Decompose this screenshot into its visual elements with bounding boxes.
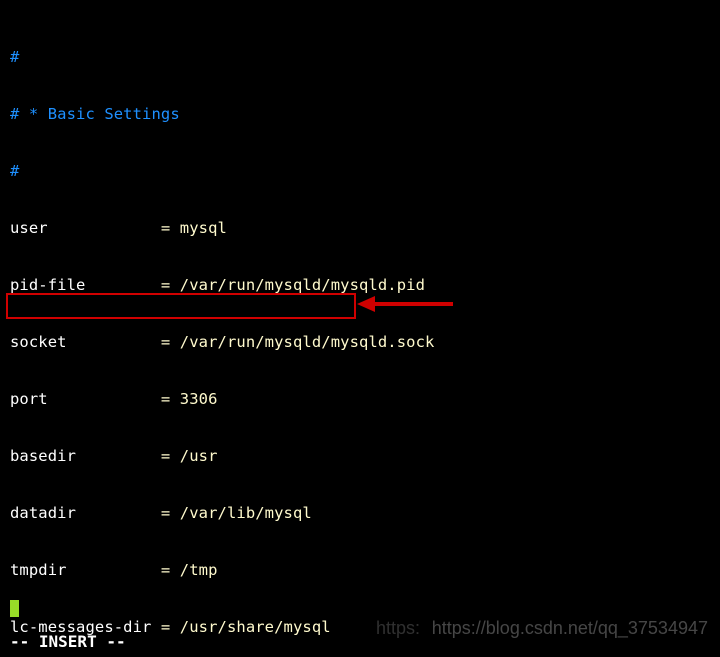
cfg-key-basedir: basedir [10, 447, 161, 465]
watermark-text: https://blog.csdn.net/qq_37534947 [432, 618, 708, 639]
cursor [10, 600, 19, 617]
equals: = [161, 504, 170, 522]
cfg-val-basedir: /usr [170, 447, 217, 465]
section-basic-settings: # * Basic Settings [10, 105, 180, 123]
cfg-key-tmpdir: tmpdir [10, 561, 161, 579]
equals: = [161, 390, 170, 408]
cfg-val-lcmessages: /usr/share/mysql [170, 618, 330, 636]
cfg-val-user: mysql [170, 219, 227, 237]
equals: = [161, 333, 170, 351]
cfg-val-port: 3306 [170, 390, 217, 408]
equals: = [161, 219, 170, 237]
cfg-key-user: user [10, 219, 161, 237]
comment-line: # [10, 48, 19, 66]
cfg-val-tmpdir: /tmp [170, 561, 217, 579]
cfg-val-socket: /var/run/mysqld/mysqld.sock [170, 333, 434, 351]
cfg-key-datadir: datadir [10, 504, 161, 522]
equals: = [161, 276, 170, 294]
cfg-val-pidfile: /var/run/mysqld/mysqld.pid [170, 276, 425, 294]
equals: = [161, 447, 170, 465]
terminal-viewport[interactable]: # # * Basic Settings # user = mysql pid-… [0, 0, 720, 657]
equals: = [161, 561, 170, 579]
cfg-key-port: port [10, 390, 161, 408]
highlight-box-bind-address [6, 293, 356, 319]
cfg-val-datadir: /var/lib/mysql [170, 504, 311, 522]
equals: = [161, 618, 170, 636]
comment-line: # [10, 162, 19, 180]
cfg-key-pidfile: pid-file [10, 276, 161, 294]
vim-mode-status: -- INSERT -- [10, 632, 126, 651]
watermark-ghost: https: [376, 618, 420, 639]
cfg-key-socket: socket [10, 333, 161, 351]
